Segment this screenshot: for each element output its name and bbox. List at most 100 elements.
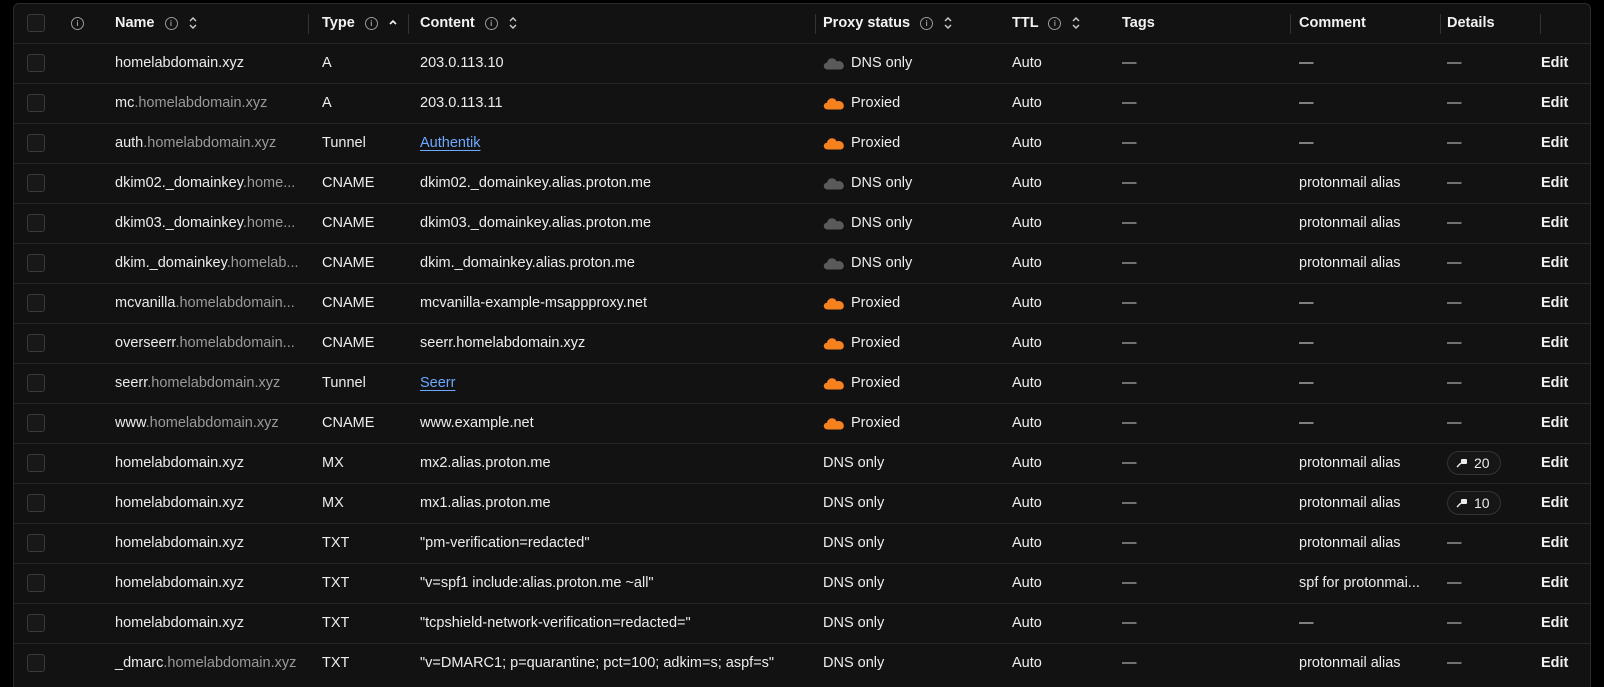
table-row[interactable]: homelabdomain.xyz TXT "pm-verification=red…	[14, 523, 1590, 563]
edit-button[interactable]: Edit	[1541, 615, 1568, 631]
header-content[interactable]: Content i	[409, 4, 816, 43]
row-checkbox[interactable]	[27, 374, 45, 392]
record-actions: Edit	[1541, 483, 1590, 523]
proxy-status-label: DNS only	[823, 615, 885, 632]
cloud-icon	[823, 137, 844, 150]
table-row[interactable]: homelabdomain.xyz MX mx2.alias.proton.me DN…	[14, 443, 1590, 483]
sort-icon[interactable]	[943, 16, 953, 30]
comment-value: protonmail alias	[1299, 655, 1401, 672]
info-circle-icon[interactable]: i	[920, 16, 934, 30]
info-circle-icon[interactable]: i	[364, 16, 378, 30]
edit-button[interactable]: Edit	[1541, 375, 1568, 391]
sort-icon[interactable]	[508, 16, 518, 30]
table-row[interactable]: dkim._domainkey.homelab... CNAME dkim._dom…	[14, 243, 1590, 283]
table-row[interactable]: dkim02._domainkey.home... CNAME dkim02._do…	[14, 163, 1590, 203]
row-select-cell	[14, 443, 59, 483]
tags-value: —	[1122, 215, 1137, 231]
select-all-checkbox[interactable]	[27, 14, 45, 33]
header-ttl-label: TTL	[1012, 15, 1039, 32]
edit-button[interactable]: Edit	[1541, 575, 1568, 591]
edit-button[interactable]: Edit	[1541, 535, 1568, 551]
table-row[interactable]: homelabdomain.xyz TXT "v=spf1 include:alia…	[14, 563, 1590, 603]
ttl-value: Auto	[1012, 175, 1042, 191]
row-checkbox[interactable]	[27, 134, 45, 152]
header-comment-label: Comment	[1299, 15, 1366, 32]
edit-button[interactable]: Edit	[1541, 175, 1568, 191]
comment-value: protonmail alias	[1299, 215, 1401, 231]
row-checkbox[interactable]	[27, 494, 45, 512]
header-ttl[interactable]: TTL i	[1006, 4, 1118, 43]
edit-button[interactable]: Edit	[1541, 655, 1568, 671]
tags-value: —	[1122, 55, 1137, 71]
header-name[interactable]: Name i	[101, 4, 309, 43]
row-checkbox[interactable]	[27, 214, 45, 232]
details-value: —	[1447, 655, 1462, 672]
record-details: —	[1441, 403, 1541, 443]
table-row[interactable]: auth.homelabdomain.xyz Tunnel Authentik Pro…	[14, 123, 1590, 163]
dns-records-panel: i Name i Type i Content i Proxy status i…	[13, 3, 1591, 687]
edit-button[interactable]: Edit	[1541, 255, 1568, 271]
row-checkbox[interactable]	[27, 614, 45, 632]
record-content: "tcpshield-network-verification=redacted…	[420, 615, 691, 631]
table-row[interactable]: mcvanilla.homelabdomain... CNAME mcvanilla…	[14, 283, 1590, 323]
record-ttl: Auto	[1006, 483, 1118, 523]
record-comment: protonmail alias	[1291, 643, 1441, 683]
header-proxy-status[interactable]: Proxy status i	[816, 4, 1006, 43]
info-circle-icon[interactable]: i	[1048, 16, 1062, 30]
row-checkbox[interactable]	[27, 294, 45, 312]
table-row[interactable]: overseerr.homelabdomain... CNAME seerr.hom…	[14, 323, 1590, 363]
row-checkbox[interactable]	[27, 534, 45, 552]
row-checkbox[interactable]	[27, 334, 45, 352]
row-checkbox[interactable]	[27, 414, 45, 432]
info-circle-icon[interactable]: i	[484, 16, 498, 30]
info-circle-icon[interactable]: i	[71, 16, 84, 30]
edit-button[interactable]: Edit	[1541, 415, 1568, 431]
record-type: A	[309, 83, 409, 123]
row-info-cell	[59, 603, 101, 643]
table-row[interactable]: dkim03._domainkey.home... CNAME dkim03._do…	[14, 203, 1590, 243]
table-row[interactable]: homelabdomain.xyz TXT "tcpshield-network-v…	[14, 603, 1590, 643]
table-row[interactable]: _dmarc.homelabdomain.xyz TXT "v=DMARC1; p=…	[14, 643, 1590, 683]
comment-value: —	[1299, 295, 1314, 311]
row-checkbox[interactable]	[27, 54, 45, 72]
table-row[interactable]: www.homelabdomain.xyz CNAME www.example.ne…	[14, 403, 1590, 443]
row-checkbox[interactable]	[27, 174, 45, 192]
table-row[interactable]: mc.homelabdomain.xyz A 203.0.113.11 Proxied…	[14, 83, 1590, 123]
edit-button[interactable]: Edit	[1541, 55, 1568, 71]
header-type[interactable]: Type i	[309, 4, 409, 43]
row-checkbox[interactable]	[27, 94, 45, 112]
row-checkbox[interactable]	[27, 254, 45, 272]
tunnel-link[interactable]: Authentik	[420, 135, 480, 151]
edit-button[interactable]: Edit	[1541, 135, 1568, 151]
details-value: —	[1447, 175, 1462, 191]
table-row[interactable]: homelabdomain.xyz MX mx1.alias.proton.me DN…	[14, 483, 1590, 523]
tunnel-link[interactable]: Seerr	[420, 375, 455, 391]
proxy-status: Proxied	[816, 123, 1006, 163]
record-type: TXT	[309, 643, 409, 683]
row-checkbox[interactable]	[27, 454, 45, 472]
priority-badge: 10	[1447, 491, 1501, 515]
record-content-cell: mx1.alias.proton.me	[409, 483, 816, 523]
row-checkbox[interactable]	[27, 654, 45, 673]
info-circle-icon[interactable]: i	[164, 16, 178, 30]
sort-ascending-icon[interactable]	[388, 16, 398, 30]
record-comment: protonmail alias	[1291, 523, 1441, 563]
edit-button[interactable]: Edit	[1541, 95, 1568, 111]
record-ttl: Auto	[1006, 123, 1118, 163]
record-actions: Edit	[1541, 43, 1590, 83]
sort-icon[interactable]	[1071, 16, 1081, 30]
header-content-label: Content	[420, 15, 475, 32]
row-select-cell	[14, 203, 59, 243]
edit-button[interactable]: Edit	[1541, 455, 1568, 471]
edit-button[interactable]: Edit	[1541, 295, 1568, 311]
row-checkbox[interactable]	[27, 574, 45, 592]
sort-icon[interactable]	[188, 16, 198, 30]
edit-button[interactable]: Edit	[1541, 215, 1568, 231]
proxy-status-label: Proxied	[851, 295, 901, 312]
row-select-cell	[14, 563, 59, 603]
table-row[interactable]: homelabdomain.xyz A 203.0.113.10 DNS only Au…	[14, 43, 1590, 83]
record-details: —	[1441, 363, 1541, 403]
table-row[interactable]: seerr.homelabdomain.xyz Tunnel Seerr Proxie…	[14, 363, 1590, 403]
edit-button[interactable]: Edit	[1541, 495, 1568, 511]
edit-button[interactable]: Edit	[1541, 335, 1568, 351]
